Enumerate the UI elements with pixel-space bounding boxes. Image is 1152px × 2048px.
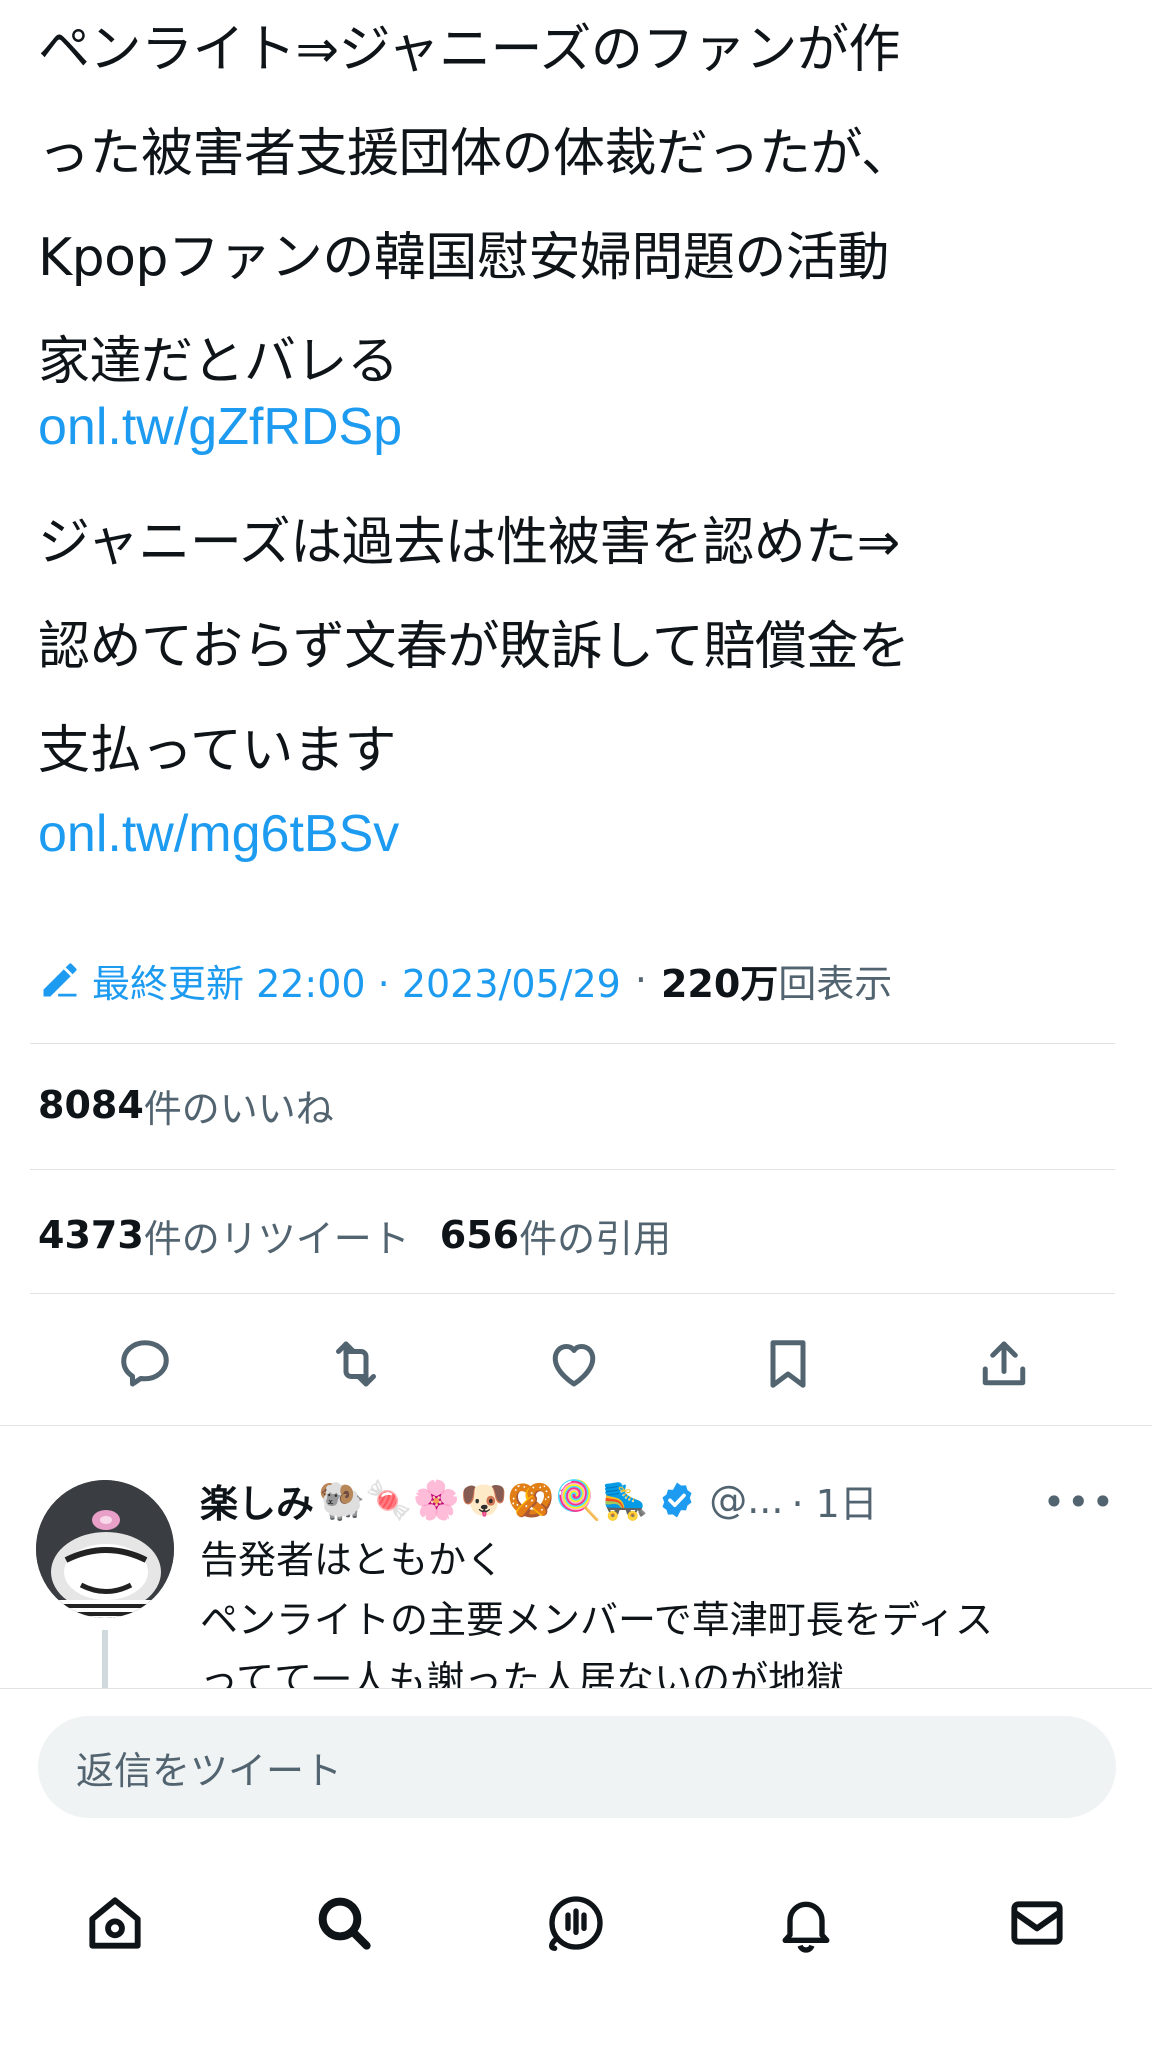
tweet-actions-bar bbox=[0, 1320, 1152, 1410]
tweet-text-paragraph-2: ジャニーズは過去は性被害を認めた⇒ 認めておらず文春が敗訴して賠償金を 支払って… bbox=[38, 491, 910, 803]
search-icon bbox=[318, 1897, 371, 1950]
reply-author-name[interactable]: 楽しみ bbox=[200, 1473, 314, 1528]
tab-search[interactable] bbox=[309, 1888, 379, 1958]
reply-text-line: ってて一人も謝った人居ないのが地獄 bbox=[200, 1658, 845, 1688]
reply-input-placeholder: 返信をツイート bbox=[76, 1748, 343, 1793]
reply-icon bbox=[121, 1340, 169, 1387]
retweet-button[interactable] bbox=[324, 1332, 388, 1396]
avatar-image bbox=[36, 1480, 174, 1618]
likes-label: 件のいいね bbox=[143, 1086, 334, 1131]
quotes-label[interactable]: 件の引用 bbox=[519, 1208, 671, 1263]
verified-badge-icon bbox=[662, 1482, 692, 1518]
spaces-icon bbox=[549, 1896, 603, 1951]
retweet-quote-stats: 4373 件のリツイート 656 件の引用 bbox=[38, 1205, 701, 1265]
tab-spaces[interactable] bbox=[541, 1888, 611, 1958]
separator-dot: · bbox=[634, 958, 647, 1002]
bookmark-button[interactable] bbox=[756, 1332, 820, 1396]
edited-label: 最終更新 22:00 · 2023/05/29 bbox=[92, 961, 621, 1006]
share-icon bbox=[982, 1341, 1026, 1386]
reply-text-line: 告発者はともかく bbox=[200, 1538, 505, 1582]
tweet-link-2[interactable]: onl.tw/mg6tBSv bbox=[38, 782, 399, 886]
reply-author-handle[interactable]: @... bbox=[709, 1478, 783, 1522]
reply-timestamp[interactable]: · 1日 bbox=[791, 1473, 877, 1528]
tweet-link-1[interactable]: onl.tw/gZfRDSp bbox=[38, 375, 402, 479]
like-icon bbox=[552, 1344, 596, 1387]
retweets-count[interactable]: 4373 bbox=[38, 1213, 144, 1257]
reply-button[interactable] bbox=[113, 1332, 177, 1396]
reply-tweet[interactable]: 楽しみ 🐏🍬🌸🐶🥨🍭🛼 @... · 1日 ••• 告発者はともかく ペンライト… bbox=[0, 1460, 1152, 1688]
tab-home[interactable] bbox=[80, 1888, 150, 1958]
divider bbox=[0, 1688, 1152, 1689]
edited-info-link[interactable]: 最終更新 22:00 · 2023/05/29 bbox=[38, 953, 621, 1008]
notifications-icon bbox=[782, 1901, 830, 1953]
like-button[interactable] bbox=[542, 1332, 606, 1396]
avatar[interactable] bbox=[36, 1480, 174, 1618]
reply-text: 告発者はともかく ペンライトの主要メンバーで草津町長をディス ってて一人も謝った… bbox=[200, 1530, 993, 1688]
divider bbox=[0, 1425, 1152, 1426]
retweets-label[interactable]: 件のリツイート bbox=[144, 1208, 410, 1263]
pencil-edit-icon bbox=[43, 963, 77, 997]
reply-author-emojis: 🐏🍬🌸🐶🥨🍭🛼 bbox=[318, 1477, 650, 1522]
tweet-text-line: った被害者支援団体の体裁だったが、 bbox=[38, 124, 913, 184]
tweet-text-paragraph-1: ペンライト⇒ジャニーズのファンが作 った被害者支援団体の体裁だったが、 Kpop… bbox=[38, 0, 913, 414]
tab-messages[interactable] bbox=[1002, 1888, 1072, 1958]
views-label: 回表示 bbox=[778, 961, 893, 1006]
retweet-icon bbox=[336, 1341, 376, 1387]
quotes-count[interactable]: 656 bbox=[440, 1213, 519, 1257]
divider bbox=[30, 1293, 1115, 1294]
tweet-text-line: ペンライト⇒ジャニーズのファンが作 bbox=[38, 20, 900, 80]
reply-input[interactable]: 返信をツイート bbox=[38, 1716, 1116, 1818]
bookmark-icon bbox=[770, 1340, 806, 1388]
divider bbox=[30, 1169, 1115, 1170]
reply-header: 楽しみ 🐏🍬🌸🐶🥨🍭🛼 @... · 1日 ••• bbox=[200, 1460, 1140, 1540]
tab-notifications[interactable] bbox=[771, 1888, 841, 1958]
tweet-text-line: 認めておらず文春が敗訴して賠償金を bbox=[38, 617, 910, 677]
likes-stat[interactable]: 8084 件のいいね bbox=[38, 1075, 364, 1135]
likes-count: 8084 bbox=[38, 1083, 144, 1127]
tweet-text-line: Kpopファンの韓国慰安婦問題の活動 bbox=[38, 228, 889, 288]
bottom-tab-bar bbox=[0, 1870, 1152, 1970]
tweet-text-line: ジャニーズは過去は性被害を認めた⇒ bbox=[38, 513, 900, 573]
views-count: 220万 bbox=[660, 961, 779, 1006]
messages-icon bbox=[1011, 1901, 1063, 1945]
home-icon bbox=[89, 1897, 141, 1949]
divider bbox=[30, 1043, 1115, 1044]
share-button[interactable] bbox=[972, 1332, 1036, 1396]
more-options-icon[interactable]: ••• bbox=[1043, 1480, 1116, 1524]
thread-line bbox=[102, 1630, 108, 1688]
tweet-meta-row: 最終更新 22:00 · 2023/05/29 · 220万 回表示 bbox=[38, 945, 892, 1015]
reply-text-line: ペンライトの主要メンバーで草津町長をディス bbox=[200, 1598, 994, 1642]
